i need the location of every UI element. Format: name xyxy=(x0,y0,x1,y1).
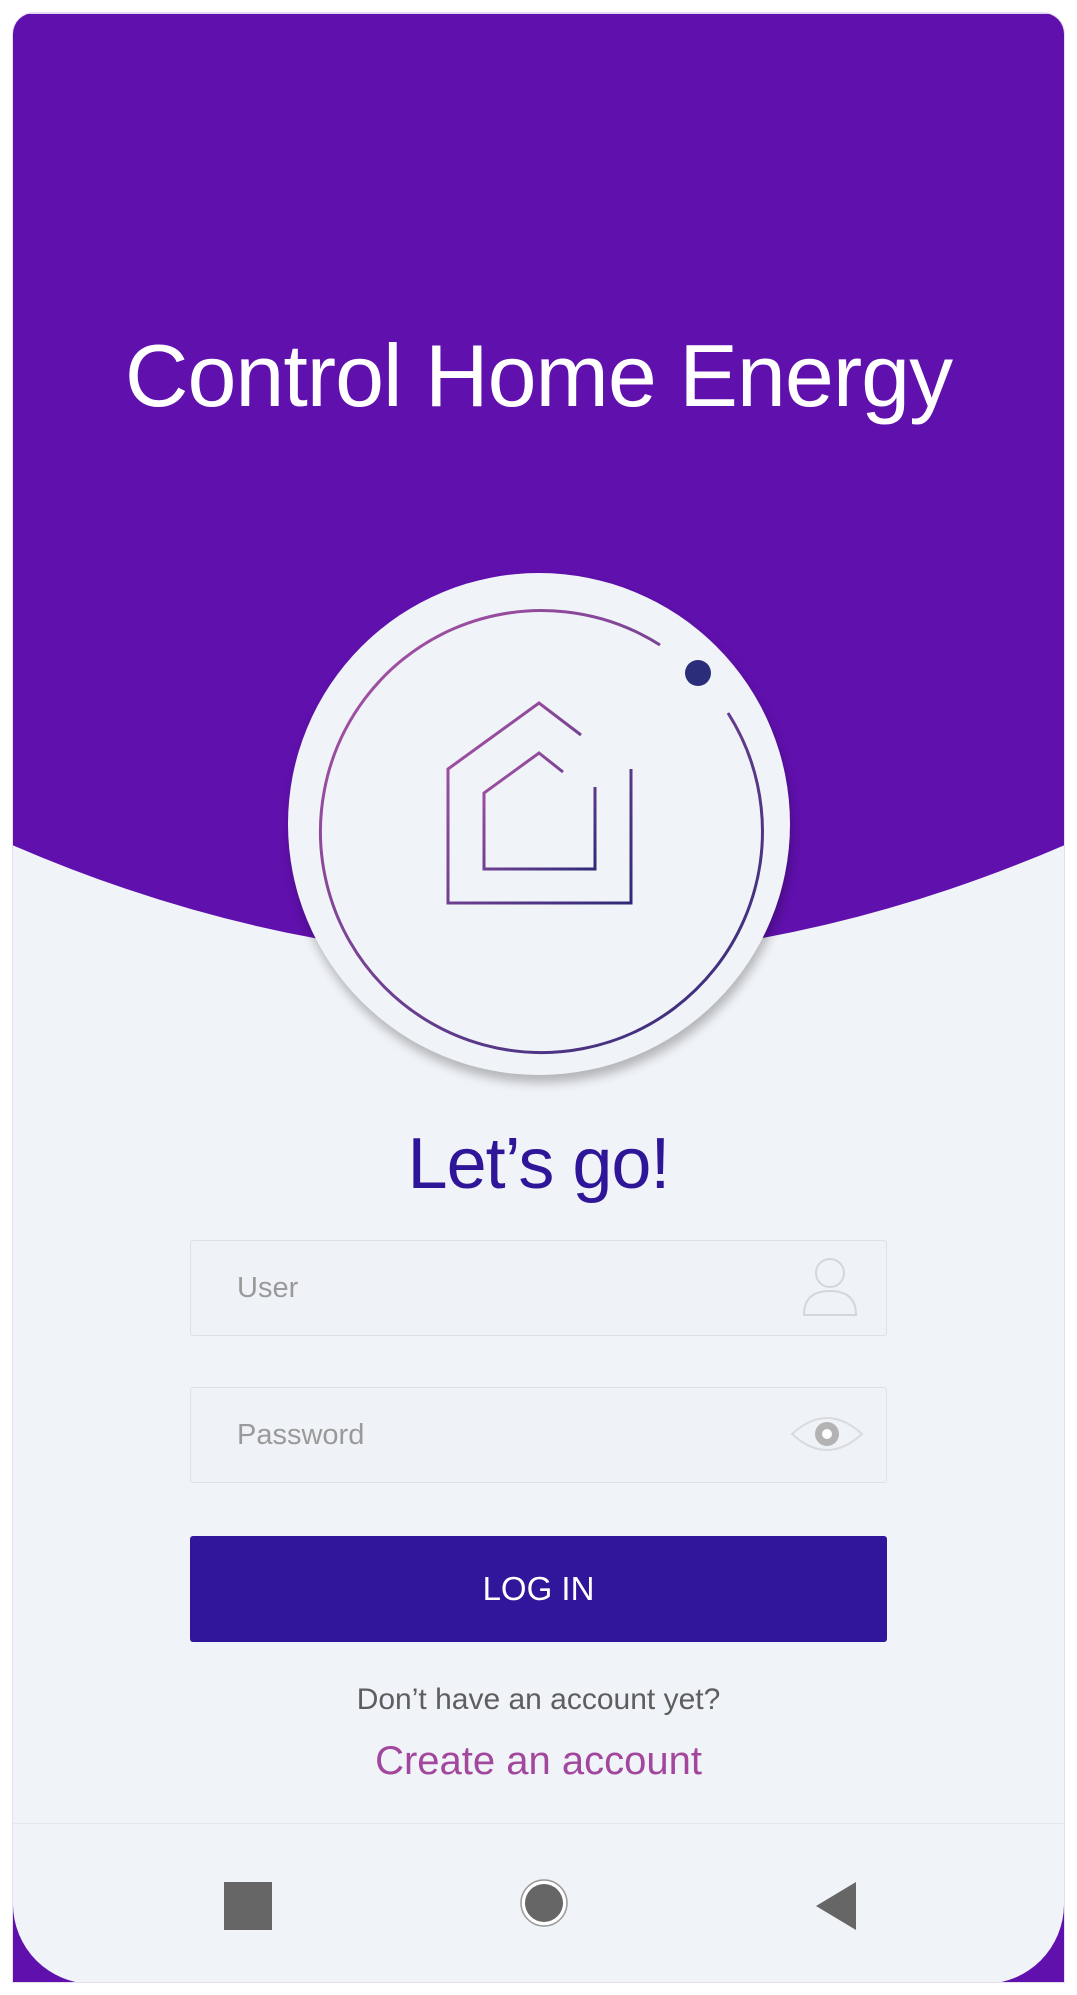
signup-prompt: Don’t have an account yet? xyxy=(356,1683,721,1716)
greeting-heading: Let’s go! xyxy=(407,1124,671,1204)
user-field xyxy=(190,1240,887,1336)
system-nav-bar xyxy=(13,1824,1064,1982)
square-icon[interactable] xyxy=(224,1882,272,1935)
app-screen: Control Home Energy Let’s go! User LOG I… xyxy=(12,12,1065,1983)
triangle-back-icon[interactable] xyxy=(816,1882,856,1935)
login-button[interactable]: LOG IN xyxy=(190,1536,887,1642)
user-icon xyxy=(802,1255,858,1324)
house-in-ring-icon xyxy=(319,609,764,1054)
password-field xyxy=(190,1387,887,1483)
create-account-link[interactable]: Create an account xyxy=(13,1739,1064,1784)
circle-icon[interactable] xyxy=(519,1878,569,1933)
eye-icon[interactable] xyxy=(790,1410,864,1463)
user-input[interactable] xyxy=(191,1241,886,1335)
app-title: Control Home Energy xyxy=(124,326,953,425)
app-logo xyxy=(288,573,790,1075)
password-input[interactable] xyxy=(191,1388,886,1482)
